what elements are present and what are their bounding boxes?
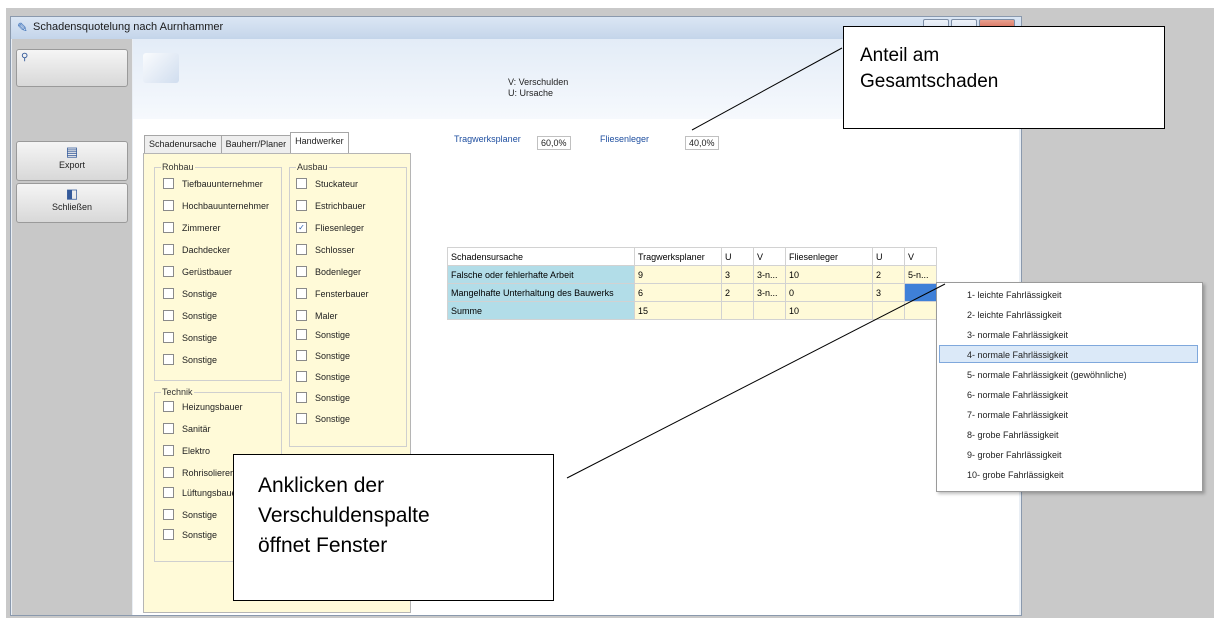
callout-box-top: Anteil am Gesamtschaden: [843, 26, 1165, 129]
callout-text: Anteil am: [860, 45, 940, 66]
callout-text: Gesamtschaden: [860, 71, 999, 92]
callout-text: Verschuldenspalte: [258, 504, 430, 527]
callout-text: Anklicken der: [258, 474, 385, 497]
callout-line-bottom: [566, 283, 946, 479]
callout-box-bottom: Anklicken der Verschuldenspalte öffnet F…: [233, 454, 554, 601]
callout-text: öffnet Fenster: [258, 534, 388, 557]
callout-line-top: [691, 47, 843, 131]
